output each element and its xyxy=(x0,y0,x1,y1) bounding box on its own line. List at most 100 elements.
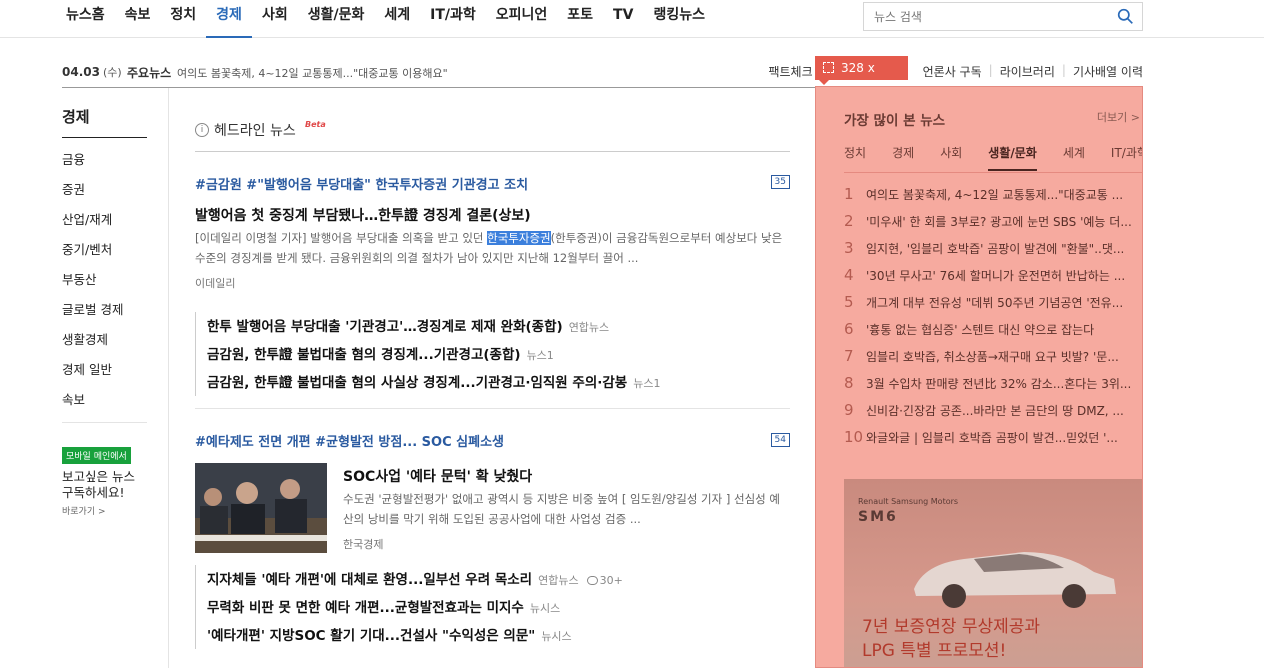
headline-title: 헤드라인 뉴스 xyxy=(214,123,296,139)
nav-item[interactable]: 경제 xyxy=(206,0,252,38)
cluster-count-badge[interactable]: 35 xyxy=(770,175,790,189)
ranking-item[interactable]: 8 3월 수입차 판매량 전년比 32% 감소...혼다는 3위... xyxy=(844,370,1142,397)
mobile-promo[interactable]: 모바일 메인에서 보고싶은 뉴스 구독하세요! 바로가기 > xyxy=(62,444,162,517)
top-navigation: 뉴스홈 속보 정치 경제 사회 생활/문화 세계 IT/과학 오피니언 포토 TV 랭킹뉴스 xyxy=(0,0,1264,38)
ad-brand: Renault Samsung Motors xyxy=(858,497,959,506)
category-item[interactable]: 산업/재계 xyxy=(62,205,147,235)
category-item[interactable]: 속보 xyxy=(62,385,147,415)
most-viewed-tabs: 정치 경제 사회 생활/문화 세계 IT/과학 xyxy=(844,145,1142,171)
main-article-summary[interactable]: [이데일리 이명철 기자] 발행어음 부당대출 의혹을 받고 있던 한국투자증권… xyxy=(195,228,790,268)
library-link[interactable]: 라이브러리 xyxy=(1000,63,1055,80)
rank-title: '30년 무사고' 76세 할머니가 운전면허 반납하는 ... xyxy=(866,269,1126,283)
category-item[interactable]: 생활경제 xyxy=(62,325,147,355)
major-news-headline[interactable]: 여의도 봄꽃축제, 4~12일 교통통제..."대중교통 이용해요" xyxy=(177,65,448,81)
most-viewed-tab[interactable]: 생활/문화 xyxy=(988,145,1037,171)
nav-item[interactable]: 랭킹뉴스 xyxy=(643,0,715,38)
ranking-item[interactable]: 1 여의도 봄꽃축제, 4~12일 교통통제..."대중교통 ... xyxy=(844,181,1142,208)
factcheck-link[interactable]: 팩트체크 xyxy=(768,63,812,80)
most-viewed-tab[interactable]: 세계 xyxy=(1063,145,1085,171)
press-subscribe-link[interactable]: 언론사 구독 xyxy=(923,63,982,80)
ad-line-1: 7년 보증연장 무상제공과 xyxy=(862,617,1041,637)
most-viewed-tab[interactable]: 정치 xyxy=(844,145,866,171)
more-link[interactable]: 더보기 > xyxy=(1097,109,1140,125)
main-article-summary[interactable]: 수도권 '균형발전평가' 없애고 광역시 등 지방은 비중 높여 [ 임도원/양… xyxy=(343,489,790,529)
rank-title: 여의도 봄꽃축제, 4~12일 교통통제..."대중교통 ... xyxy=(866,188,1124,202)
most-viewed-tab[interactable]: 사회 xyxy=(940,145,962,171)
comment-count[interactable]: 30+ xyxy=(586,574,623,587)
search-icon[interactable] xyxy=(1117,8,1134,25)
nav-item[interactable]: 세계 xyxy=(374,0,420,38)
most-viewed-tab[interactable]: 경제 xyxy=(892,145,914,171)
related-articles: 한투 발행어음 부당대출 '기관경고'…경징계로 제재 완화(종합) 연합뉴스 금… xyxy=(195,312,660,396)
nav-item[interactable]: 속보 xyxy=(115,0,161,38)
rank-number: 4 xyxy=(844,266,854,284)
rank-title: 3월 수입차 판매량 전년比 32% 감소...혼다는 3위... xyxy=(866,377,1132,391)
press-name[interactable]: 한국경제 xyxy=(343,536,383,552)
ranking-item[interactable]: 4 '30년 무사고' 76세 할머니가 운전면허 반납하는 ... xyxy=(844,262,1142,289)
most-viewed-tab[interactable]: IT/과학 xyxy=(1111,145,1142,171)
ranking-item[interactable]: 6 '흉통 없는 협심증' 스텐트 대신 약으로 잡는다 xyxy=(844,316,1142,343)
press-name[interactable]: 이데일리 xyxy=(195,275,235,291)
nav-item[interactable]: TV xyxy=(603,0,643,38)
section-title: 경제 xyxy=(62,106,147,138)
promo-go-link[interactable]: 바로가기 > xyxy=(62,504,162,517)
rank-title: 임블리 호박즙, 취소상품→재구매 요구 빗발? '문... xyxy=(866,350,1119,364)
rank-number: 10 xyxy=(844,428,864,446)
category-item[interactable]: 경제 일반 xyxy=(62,355,147,385)
category-list: 금융 증권 산업/재계 중기/벤처 부동산 글로벌 경제 생활경제 경제 일반 속보 xyxy=(62,138,147,423)
car-image xyxy=(914,552,1116,608)
tab-divider xyxy=(844,172,1142,173)
advertisement-banner[interactable]: Renault Samsung Motors SM6 7년 보증연장 무상제공과… xyxy=(844,479,1142,667)
beta-badge: Beta xyxy=(305,120,326,129)
related-article[interactable]: 무력화 비판 못 면한 예타 개편...균형발전효과는 미지수 뉴시스 xyxy=(207,593,623,621)
divider: | xyxy=(988,63,993,77)
ranking-item[interactable]: 9 신비감·긴장감 공존...바라만 본 금단의 땅 DMZ, ... xyxy=(844,397,1142,424)
element-size-badge: 328 x 5087 xyxy=(815,56,908,99)
nav-item[interactable]: 정치 xyxy=(160,0,206,38)
cluster-tag[interactable]: #예타제도 전면 개편 #균형발전 방점... SOC 심폐소생 xyxy=(195,431,504,450)
info-icon[interactable]: i xyxy=(195,123,209,137)
cluster-tag[interactable]: #금감원 #"발행어음 부당대출" 한국투자증권 기관경고 조치 xyxy=(195,174,528,193)
rank-number: 8 xyxy=(844,374,854,392)
related-article[interactable]: '예타개편' 지방SOC 활기 기대...건설사 "수익성은 의문" 뉴시스 xyxy=(207,621,623,649)
nav-item[interactable]: IT/과학 xyxy=(420,0,486,38)
news-cluster: #예타제도 전면 개편 #균형발전 방점... SOC 심폐소생 54 SOC사… xyxy=(195,409,790,668)
nav-item[interactable]: 오피니언 xyxy=(486,0,558,38)
news-cluster: #금감원 #"발행어음 부당대출" 한국투자증권 기관경고 조치 35 발행어음… xyxy=(195,152,790,409)
related-article[interactable]: 지자체들 '예타 개편'에 대체로 환영...일부선 우려 목소리 연합뉴스 30+ xyxy=(207,565,623,593)
category-item[interactable]: 증권 xyxy=(62,175,147,205)
search-box xyxy=(863,2,1143,31)
nav-item[interactable]: 사회 xyxy=(252,0,298,38)
related-article[interactable]: 한투 발행어음 부당대출 '기관경고'…경징계로 제재 완화(종합) 연합뉴스 xyxy=(207,312,660,340)
rank-number: 7 xyxy=(844,347,854,365)
related-article[interactable]: 금감원, 한투證 불법대출 혐의 사실상 경징계...기관경고·임직원 주의·감… xyxy=(207,368,660,396)
left-category-menu: 경제 금융 증권 산업/재계 중기/벤처 부동산 글로벌 경제 생활경제 경제 일반 속보 xyxy=(62,106,147,423)
most-viewed-panel: 가장 많이 본 뉴스 더보기 > 정치 경제 사회 생활/문화 세계 IT/과학 1 여의도… xyxy=(815,86,1143,668)
category-item[interactable]: 금융 xyxy=(62,145,147,175)
ranking-item[interactable]: 7 임블리 호박즙, 취소상품→재구매 요구 빗발? '문... xyxy=(844,343,1142,370)
promo-badge: 모바일 메인에서 xyxy=(62,447,131,464)
nav-item[interactable]: 포토 xyxy=(557,0,603,38)
main-article-title[interactable]: SOC사업 '예타 문턱' 확 낮췄다 xyxy=(343,466,532,486)
category-item[interactable]: 부동산 xyxy=(62,265,147,295)
nav-item[interactable]: 생활/문화 xyxy=(298,0,375,38)
cluster-count-badge[interactable]: 54 xyxy=(770,433,790,447)
ranking-item[interactable]: 5 개그계 대부 전유성 "데뷔 50주년 기념공연 '전유... xyxy=(844,289,1142,316)
category-item[interactable]: 글로벌 경제 xyxy=(62,295,147,325)
article-thumbnail[interactable] xyxy=(195,463,327,553)
main-article-title[interactable]: 발행어음 첫 중징계 부담됐나…한투證 경징계 결론(상보) xyxy=(195,205,531,225)
related-article[interactable]: 금감원, 한투證 불법대출 혐의 경징계...기관경고(종합) 뉴스1 xyxy=(207,340,660,368)
ad-model: SM6 xyxy=(858,509,898,525)
ranking-item[interactable]: 10 와글와글 | 임블리 호박즙 곰팡이 발견...믿었던 '... xyxy=(844,424,1142,451)
nav-item[interactable]: 뉴스홈 xyxy=(56,0,115,38)
search-input[interactable] xyxy=(864,3,1104,30)
ranking-item[interactable]: 3 임지현, '임블리 호박즙' 곰팡이 발견에 "환불"..댓... xyxy=(844,235,1142,262)
comment-icon xyxy=(586,576,598,585)
column-divider xyxy=(168,88,169,668)
related-articles: 지자체들 '예타 개편'에 대체로 환영...일부선 우려 목소리 연합뉴스 30+… xyxy=(195,565,623,649)
badge-arrow-icon xyxy=(819,80,829,85)
article-history-link[interactable]: 기사배열 이력 xyxy=(1073,63,1143,80)
ranking-item[interactable]: 2 '미우새' 한 회를 3부로? 광고에 눈먼 SBS '예능 더... xyxy=(844,208,1142,235)
category-item[interactable]: 중기/벤처 xyxy=(62,235,147,265)
rank-title: 와글와글 | 임블리 호박즙 곰팡이 발견...믿었던 '... xyxy=(866,431,1118,445)
